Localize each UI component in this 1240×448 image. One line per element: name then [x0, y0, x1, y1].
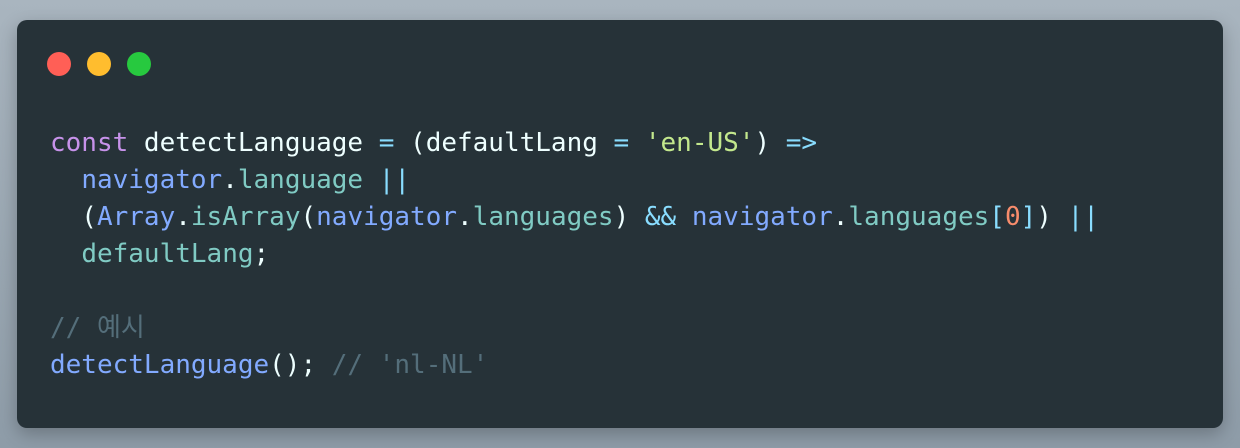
- code-token-operator: =>: [785, 128, 818, 158]
- code-token-identifier: (defaultLang: [394, 128, 614, 158]
- code-token-comment: // 예시: [50, 313, 145, 343]
- code-block: const detectLanguage = (defaultLang = 'e…: [50, 125, 1099, 384]
- code-token-punctuation: (: [50, 202, 97, 232]
- code-window: const detectLanguage = (defaultLang = 'e…: [17, 20, 1223, 428]
- code-token-punctuation: .: [222, 165, 238, 195]
- code-token-punctuation: [50, 239, 81, 269]
- code-token-property: isArray: [190, 202, 301, 232]
- code-token-punctuation: .: [457, 202, 473, 232]
- code-token-property: languages: [848, 202, 990, 232]
- code-token-operator: ||: [378, 165, 411, 195]
- code-token-property: languages: [472, 202, 614, 232]
- code-token-punctuation: ): [754, 128, 786, 158]
- minimize-dot-icon[interactable]: [87, 52, 111, 76]
- code-token-operator: ||: [1067, 202, 1099, 232]
- code-token-global: navigator: [316, 202, 458, 232]
- code-token-punctuation: ): [1036, 202, 1068, 232]
- code-token-operator: ]: [1020, 202, 1037, 232]
- code-token-punctuation: [676, 202, 692, 232]
- code-token-punctuation: [629, 128, 645, 158]
- code-token-identifier: detectLanguage: [128, 128, 379, 158]
- code-token-punctuation: [363, 165, 379, 195]
- maximize-dot-icon[interactable]: [127, 52, 151, 76]
- code-token-keyword: const: [50, 128, 129, 158]
- code-token-punctuation: ;: [253, 239, 270, 269]
- code-token-operator: =: [613, 128, 630, 158]
- code-token-string: 'en-US': [644, 128, 755, 158]
- code-token-function: detectLanguage: [50, 350, 270, 380]
- code-token-global: navigator: [81, 165, 223, 195]
- code-line: detectLanguage(); // 'nl-NL': [50, 347, 1099, 384]
- code-token-punctuation: .: [175, 202, 191, 232]
- code-token-punctuation: ();: [269, 350, 332, 380]
- code-token-operator: [: [989, 202, 1005, 232]
- close-dot-icon[interactable]: [47, 52, 71, 76]
- window-controls: [47, 52, 167, 76]
- code-line: // 예시: [50, 310, 1099, 347]
- code-token-punctuation: ): [613, 202, 645, 232]
- code-token-global: Array: [96, 202, 176, 232]
- code-token-punctuation: [50, 165, 81, 195]
- code-line: const detectLanguage = (defaultLang = 'e…: [50, 125, 1099, 162]
- code-line: defaultLang;: [50, 236, 1099, 273]
- code-token-global: navigator: [691, 202, 833, 232]
- code-token-operator: &&: [644, 202, 677, 232]
- code-token-punctuation: .: [832, 202, 849, 232]
- code-line: (Array.isArray(navigator.languages) && n…: [50, 199, 1099, 236]
- code-token-comment: // 'nl-NL': [331, 350, 489, 380]
- code-token-punctuation: (: [300, 202, 317, 232]
- code-token-property: language: [237, 165, 364, 195]
- code-line: navigator.language ||: [50, 162, 1099, 199]
- code-token-operator: =: [378, 128, 395, 158]
- code-token-property: defaultLang: [81, 239, 254, 269]
- code-token-number: 0: [1004, 202, 1021, 232]
